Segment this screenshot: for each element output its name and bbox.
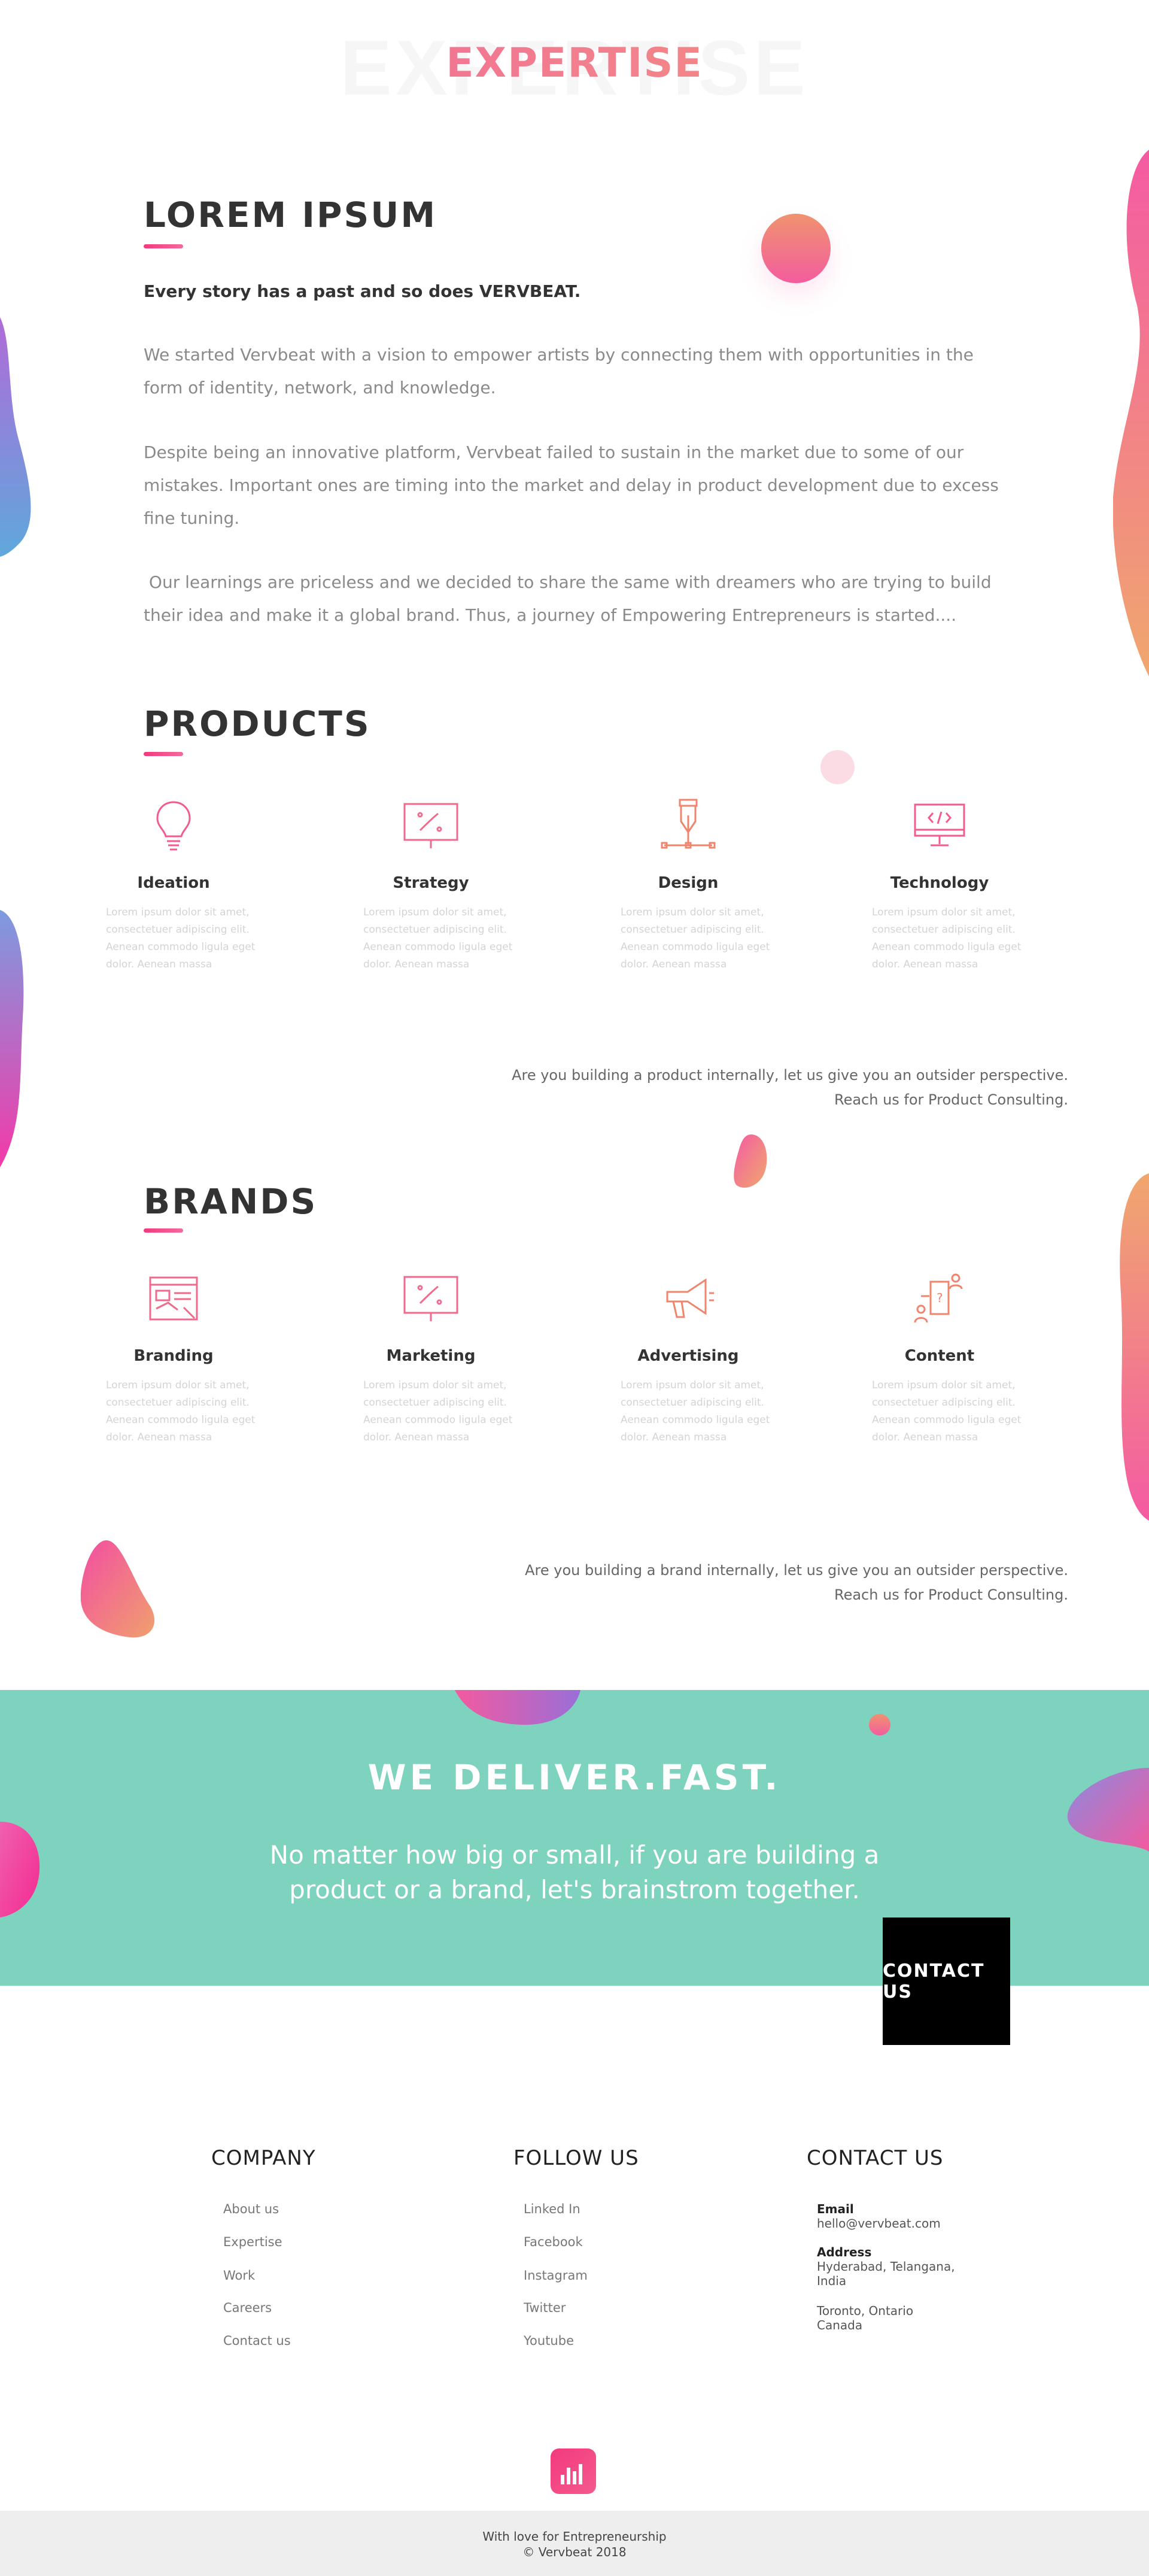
footer-address-2-line-1: Toronto, Ontario <box>817 2304 914 2318</box>
footer-link-work[interactable]: Work <box>223 2268 255 2283</box>
footer-follow-title: FOLLOW US <box>513 2146 639 2170</box>
brand-card-desc: Lorem ipsum dolor sit amet, consectetuer… <box>872 1379 1022 1443</box>
footer-email[interactable]: hello@vervbeat.com <box>817 2216 941 2231</box>
footer-tagline: With love for Entrepreneurship <box>482 2529 667 2544</box>
page-title: EXPERTISE <box>0 43 1149 84</box>
decorative-circle-pink-small <box>820 750 855 784</box>
footer-link-careers[interactable]: Careers <box>223 2301 272 2315</box>
footer-address-1-line-1: Hyderabad, Telangana, <box>817 2259 955 2274</box>
footer-link-expertise[interactable]: Expertise <box>223 2235 282 2249</box>
footer-address-block: Address Hyderabad, Telangana, India <box>817 2245 955 2288</box>
svg-text:?: ? <box>937 1291 943 1305</box>
product-card-strategy: Strategy Lorem ipsum dolor sit amet, con… <box>344 796 518 973</box>
product-card-ideation: Ideation Lorem ipsum dolor sit amet, con… <box>87 796 260 973</box>
strategy-board-icon <box>395 796 467 856</box>
footer-link-twitter[interactable]: Twitter <box>524 2301 566 2315</box>
brand-card-advertising: Advertising Lorem ipsum dolor sit amet, … <box>601 1269 775 1446</box>
decorative-circle-orange <box>761 214 831 283</box>
footer-copyright: © Vervbeat 2018 <box>522 2545 627 2559</box>
brand-card-title: Branding <box>133 1347 214 1365</box>
content-flow-icon: ? <box>904 1269 975 1329</box>
footer-link-about[interactable]: About us <box>223 2202 279 2216</box>
product-card-design: Design Lorem ipsum dolor sit amet, conse… <box>601 796 775 973</box>
brands-note-line-2[interactable]: Reach us for Product Consulting. <box>525 1583 1068 1607</box>
band-text: No matter how big or small, if you are b… <box>0 1838 1149 1907</box>
footer-email-block: Email hello@vervbeat.com <box>817 2202 941 2231</box>
product-card-desc: Lorem ipsum dolor sit amet, consectetuer… <box>621 906 770 970</box>
brand-card-title: Marketing <box>386 1347 476 1365</box>
brand-card-desc: Lorem ipsum dolor sit amet, consectetuer… <box>106 1379 256 1443</box>
about-paragraph-3: Our learnings are priceless and we decid… <box>144 572 997 625</box>
brand-card-marketing: Marketing Lorem ipsum dolor sit amet, co… <box>344 1269 518 1446</box>
brands-note-line-1: Are you building a brand internally, let… <box>525 1562 1068 1579</box>
products-title-underline <box>144 752 183 756</box>
footer-address-2-block: Toronto, Ontario Canada <box>817 2304 913 2332</box>
footer-link-instagram[interactable]: Instagram <box>524 2268 588 2283</box>
about-title: LOREM IPSUM <box>144 195 437 235</box>
pen-tool-icon <box>652 796 724 856</box>
footer-link-linkedin[interactable]: Linked In <box>524 2202 580 2216</box>
branding-icon <box>138 1269 209 1329</box>
about-title-underline <box>144 244 183 248</box>
product-card-title: Strategy <box>393 874 469 892</box>
brand-card-desc: Lorem ipsum dolor sit amet, consectetuer… <box>621 1379 770 1443</box>
marketing-board-icon <box>395 1269 467 1329</box>
product-card-title: Design <box>658 874 719 892</box>
footer-link-contact[interactable]: Contact us <box>223 2334 291 2348</box>
footer-link-facebook[interactable]: Facebook <box>524 2235 583 2249</box>
decorative-blob-left-top <box>0 317 31 557</box>
band-title: WE DELIVER.FAST. <box>367 1757 782 1798</box>
product-card-technology: Technology Lorem ipsum dolor sit amet, c… <box>853 796 1026 973</box>
product-card-title: Ideation <box>137 874 210 892</box>
products-note-line-1: Are you building a product internally, l… <box>512 1067 1068 1084</box>
products-title: PRODUCTS <box>144 703 371 744</box>
decorative-blob-left-bottom <box>80 1540 155 1638</box>
footer-address-label: Address <box>817 2245 872 2259</box>
about-paragraph-1: We started Vervbeat with a vision to emp… <box>144 345 974 398</box>
code-monitor-icon <box>904 796 975 856</box>
product-card-desc: Lorem ipsum dolor sit amet, consectetuer… <box>363 906 513 970</box>
decorative-blob-right-mid <box>1120 1173 1149 1521</box>
product-card-title: Technology <box>890 874 989 892</box>
megaphone-icon <box>652 1269 724 1329</box>
bottom-bar: With love for Entrepreneurship © Vervbea… <box>0 2511 1149 2576</box>
footer-contact-title: CONTACT US <box>807 2146 944 2170</box>
bar-chart-logo-icon <box>561 2464 582 2484</box>
footer-address-1-line-2: India <box>817 2274 847 2288</box>
vervbeat-logo[interactable] <box>551 2448 596 2494</box>
brand-card-content: ? Content Lorem ipsum dolor sit amet, co… <box>853 1269 1026 1446</box>
brand-card-title: Content <box>904 1347 975 1365</box>
decorative-blob-small-mid <box>734 1134 767 1188</box>
band-text-line-1: No matter how big or small, if you are b… <box>269 1840 880 1870</box>
band-text-line-2: product or a brand, let's brainstrom tog… <box>289 1875 860 1904</box>
footer-address-2-line-2: Canada <box>817 2318 863 2332</box>
contact-us-button[interactable]: CONTACT US <box>883 1917 1010 2045</box>
product-card-desc: Lorem ipsum dolor sit amet, consectetuer… <box>106 906 256 970</box>
brand-card-branding: Branding Lorem ipsum dolor sit amet, con… <box>87 1269 260 1446</box>
lightbulb-icon <box>138 796 209 856</box>
products-consulting-note: Are you building a product internally, l… <box>512 1063 1068 1112</box>
decorative-blob-band-top <box>455 1690 580 1725</box>
about-paragraph-2: Despite being an innovative platform, Ve… <box>144 442 999 528</box>
brands-title: BRANDS <box>144 1181 318 1222</box>
about-lead: Every story has a past and so does VERVB… <box>144 281 581 301</box>
brand-card-desc: Lorem ipsum dolor sit amet, consectetuer… <box>363 1379 513 1443</box>
brands-title-underline <box>144 1228 183 1233</box>
product-card-desc: Lorem ipsum dolor sit amet, consectetuer… <box>872 906 1022 970</box>
decorative-blob-left-mid <box>0 910 24 1167</box>
brand-card-title: Advertising <box>637 1347 739 1365</box>
products-note-line-2[interactable]: Reach us for Product Consulting. <box>512 1088 1068 1112</box>
footer-email-label: Email <box>817 2202 854 2216</box>
brands-consulting-note: Are you building a brand internally, let… <box>525 1558 1068 1607</box>
footer-company-title: COMPANY <box>211 2146 316 2170</box>
decorative-blob-right-top <box>1113 150 1149 676</box>
footer-link-youtube[interactable]: Youtube <box>524 2334 574 2348</box>
decorative-circle-band <box>869 1714 890 1735</box>
